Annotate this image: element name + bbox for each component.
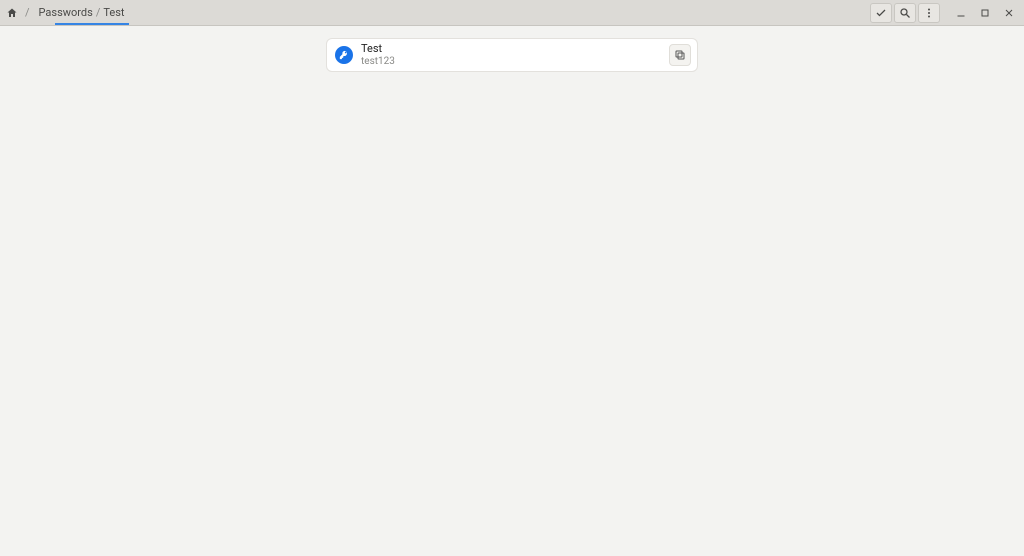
breadcrumb-current: Test <box>103 6 124 19</box>
headerbar: / Passwords / Test <box>0 0 1024 26</box>
window-close-button[interactable] <box>998 3 1020 23</box>
copy-button[interactable] <box>669 44 691 66</box>
entry-title: Test <box>361 43 661 56</box>
header-actions <box>870 0 1024 25</box>
entry-text: Test test123 <box>361 43 661 67</box>
home-icon[interactable] <box>6 7 18 19</box>
window-minimize-button[interactable] <box>950 3 972 23</box>
breadcrumb-separator: / <box>25 6 30 19</box>
search-button[interactable] <box>894 3 916 23</box>
menu-button[interactable] <box>918 3 940 23</box>
breadcrumb-root[interactable]: Passwords <box>39 6 93 19</box>
key-icon <box>335 46 353 64</box>
checkmark-button[interactable] <box>870 3 892 23</box>
breadcrumb: / Passwords / Test <box>0 0 133 25</box>
password-entry[interactable]: Test test123 <box>326 38 698 72</box>
content-area: Test test123 <box>0 26 1024 556</box>
breadcrumb-underline <box>55 23 129 25</box>
window-maximize-button[interactable] <box>974 3 996 23</box>
breadcrumb-separator: / <box>96 6 101 19</box>
entry-username: test123 <box>361 56 661 68</box>
